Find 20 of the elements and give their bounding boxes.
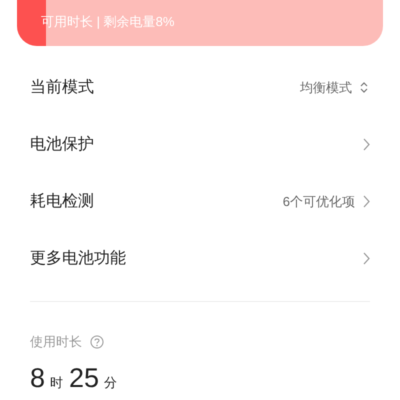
usage-title: 使用时长 <box>30 333 82 351</box>
row-value: 均衡模式 <box>300 78 352 97</box>
chevron-right-icon <box>363 195 370 208</box>
row-label: 耗电检测 <box>30 192 95 212</box>
row-value: 6个可优化项 <box>282 192 355 211</box>
hours-value: 8 <box>30 362 46 394</box>
settings-row[interactable]: 当前模式 均衡模式 <box>30 59 370 116</box>
help-icon[interactable] <box>90 334 104 349</box>
hours-unit: 时 <box>50 374 64 392</box>
row-label: 电池保护 <box>30 134 95 154</box>
chevron-right-icon <box>363 138 370 151</box>
row-label: 当前模式 <box>30 78 95 98</box>
settings-row[interactable]: 电池保护 <box>30 116 370 173</box>
settings-row[interactable]: 耗电检测 6个可优化项 <box>30 173 370 230</box>
up-down-icon <box>360 82 368 93</box>
row-label: 更多电池功能 <box>30 248 127 268</box>
minutes-value: 25 <box>69 362 100 394</box>
minutes-unit: 分 <box>104 374 118 392</box>
chevron-right-icon <box>363 252 370 265</box>
settings-row[interactable]: 更多电池功能 <box>30 230 370 287</box>
